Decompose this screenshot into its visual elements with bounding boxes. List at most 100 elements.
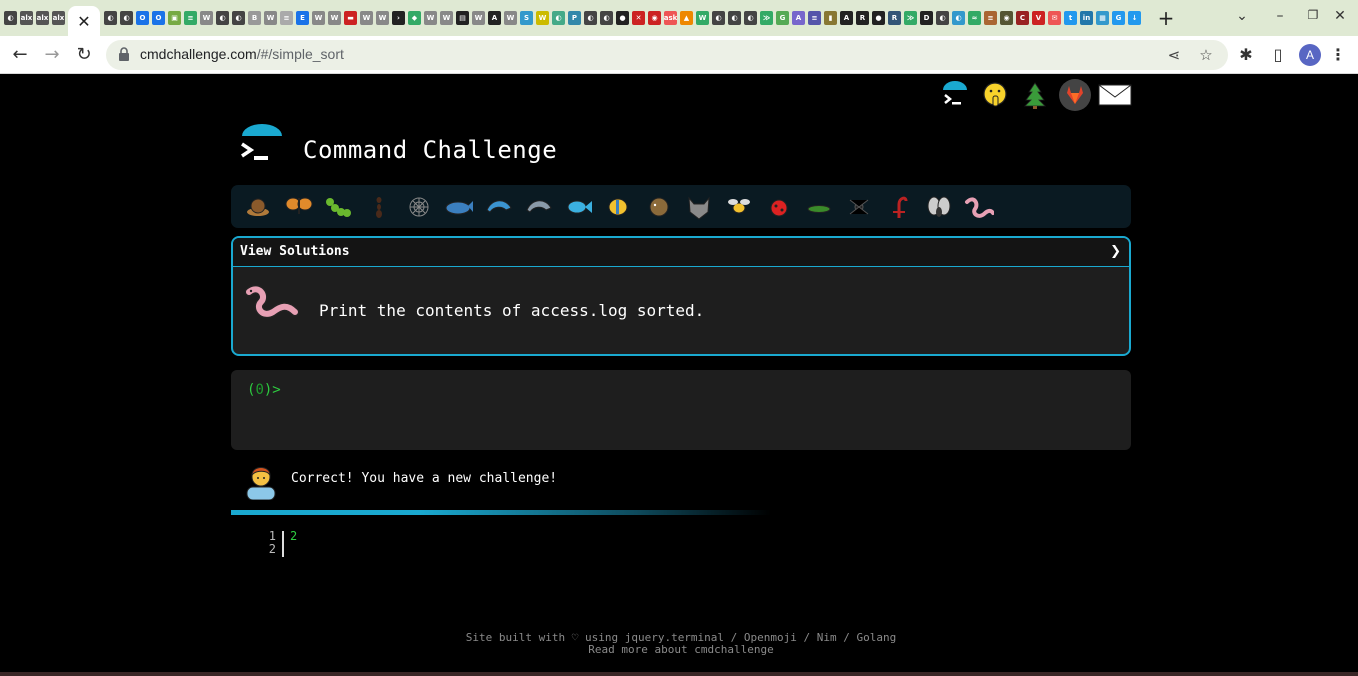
share-icon[interactable]: ⋖ — [1164, 45, 1184, 65]
fish-icon[interactable] — [559, 192, 599, 222]
tab-favicon[interactable]: ◐ — [744, 11, 757, 25]
back-button[interactable]: ← — [8, 43, 32, 67]
tab-favicon[interactable]: A — [488, 11, 501, 25]
tab-favicon[interactable]: W — [360, 11, 373, 25]
tab-favicon[interactable]: P — [568, 11, 581, 25]
profile-avatar[interactable]: A — [1299, 44, 1321, 66]
tab-favicon[interactable]: ◐ — [600, 11, 613, 25]
tab-favicon[interactable]: W — [200, 11, 213, 25]
browser-menu-icon[interactable]: ⋮ — [1330, 44, 1346, 66]
tab-favicon[interactable]: W — [328, 11, 341, 25]
tab-favicon[interactable]: ◐ — [216, 11, 229, 25]
close-window-button[interactable]: ✕ — [1330, 8, 1350, 24]
tab-favicon[interactable]: › — [392, 11, 405, 25]
tab-favicon[interactable]: ≡ — [808, 11, 821, 25]
forward-button[interactable]: → — [40, 43, 64, 67]
active-tab-close-button[interactable]: ✕ — [68, 6, 100, 36]
tab-favicon[interactable]: ≫ — [760, 11, 773, 25]
maximize-button[interactable]: ❐ — [1303, 8, 1323, 22]
tab-favicon[interactable]: ≈ — [968, 11, 981, 25]
caterpillar-icon[interactable] — [319, 192, 359, 222]
tab-favicon[interactable]: ▮ — [824, 11, 837, 25]
dolphin-icon[interactable] — [479, 192, 519, 222]
ant-icon[interactable] — [359, 192, 399, 222]
tab-favicon[interactable]: ▣ — [168, 11, 181, 25]
minimize-button[interactable]: – — [1270, 8, 1290, 24]
tab-favicon[interactable]: ▲ — [680, 11, 693, 25]
extensions-puzzle-icon[interactable]: ✱ — [1235, 44, 1257, 66]
tab-favicon[interactable]: alx — [52, 11, 65, 25]
dolphin-grey-icon[interactable] — [519, 192, 559, 222]
fly-icon[interactable] — [919, 192, 959, 222]
new-tab-button[interactable]: + — [1154, 6, 1178, 30]
tab-favicon[interactable]: ◐ — [552, 11, 565, 25]
tab-favicon[interactable]: ◐ — [584, 11, 597, 25]
tab-favicon[interactable]: ◐ — [712, 11, 725, 25]
terminal-prompt[interactable]: (0)> — [247, 382, 281, 398]
tropical-fish-icon[interactable] — [599, 192, 639, 222]
tab-favicon[interactable]: W — [504, 11, 517, 25]
ladybug-icon[interactable] — [759, 192, 799, 222]
tab-favicon[interactable]: ◉ — [648, 11, 661, 25]
tab-favicon[interactable]: R — [856, 11, 869, 25]
tab-favicon[interactable]: W — [376, 11, 389, 25]
wolf-icon[interactable] — [679, 192, 719, 222]
tab-favicon[interactable]: t — [1064, 11, 1077, 25]
blowfish-icon[interactable] — [639, 192, 679, 222]
tab-favicon[interactable]: R — [888, 11, 901, 25]
tab-favicon[interactable]: ≫ — [904, 11, 917, 25]
tab-favicon[interactable]: W — [536, 11, 549, 25]
tab-favicon[interactable]: V — [1032, 11, 1045, 25]
tab-favicon[interactable]: ◐ — [4, 11, 17, 25]
tab-favicon[interactable]: ◐ — [952, 11, 965, 25]
terminal-logo-icon[interactable] — [938, 78, 972, 112]
tab-favicon[interactable]: S — [520, 11, 533, 25]
tab-favicon[interactable]: W — [312, 11, 325, 25]
snail-icon[interactable] — [239, 192, 279, 222]
tab-favicon[interactable]: ◆ — [408, 11, 421, 25]
worm-icon[interactable] — [959, 192, 999, 222]
tab-favicon[interactable]: ◐ — [232, 11, 245, 25]
tab-favicon[interactable]: ◐ — [120, 11, 133, 25]
spiderweb-icon[interactable] — [399, 192, 439, 222]
tab-search-chevron-icon[interactable]: ⌄ — [1232, 8, 1252, 24]
view-solutions-label[interactable]: View Solutions — [240, 244, 350, 259]
butterfly-icon[interactable] — [279, 192, 319, 222]
chevron-right-icon[interactable]: ❯ — [1110, 244, 1121, 259]
tab-favicon[interactable]: ≡ — [280, 11, 293, 25]
tab-favicon[interactable]: ◐ — [936, 11, 949, 25]
bookmark-star-icon[interactable]: ☆ — [1196, 45, 1216, 65]
tab-favicon[interactable]: W — [696, 11, 709, 25]
spider-icon[interactable] — [839, 192, 879, 222]
footer-read-more-link[interactable]: Read more about cmdchallenge — [0, 644, 1358, 656]
tab-favicon[interactable]: ◉ — [1000, 11, 1013, 25]
tab-favicon[interactable]: A — [792, 11, 805, 25]
envelope-icon[interactable] — [1098, 78, 1132, 112]
tab-favicon[interactable]: ◐ — [104, 11, 117, 25]
bee-icon[interactable] — [719, 192, 759, 222]
tab-favicon[interactable]: W — [440, 11, 453, 25]
tab-favicon[interactable]: O — [152, 11, 165, 25]
tab-favicon[interactable]: A — [840, 11, 853, 25]
tab-favicon[interactable]: W — [472, 11, 485, 25]
tab-favicon[interactable]: W — [264, 11, 277, 25]
tab-favicon[interactable]: ▤ — [456, 11, 469, 25]
shushing-face-icon[interactable] — [978, 78, 1012, 112]
tab-favicon[interactable]: ↓ — [1128, 11, 1141, 25]
tab-favicon[interactable]: ▬ — [344, 11, 357, 25]
tab-favicon[interactable]: B — [248, 11, 261, 25]
tab-favicon[interactable]: W — [424, 11, 437, 25]
tab-favicon[interactable]: D — [920, 11, 933, 25]
tab-favicon[interactable]: ● — [872, 11, 885, 25]
tab-favicon[interactable]: ask — [664, 11, 677, 25]
view-solutions-header[interactable]: View Solutions ❯ — [233, 238, 1129, 267]
cricket-icon[interactable] — [799, 192, 839, 222]
tree-icon[interactable] — [1018, 78, 1052, 112]
tab-favicon[interactable]: G — [1112, 11, 1125, 25]
tab-favicon[interactable]: G — [776, 11, 789, 25]
side-panel-icon[interactable]: ▯ — [1267, 44, 1289, 66]
tab-favicon[interactable]: ≡ — [984, 11, 997, 25]
tab-favicon[interactable]: E — [296, 11, 309, 25]
address-bar[interactable]: cmdchallenge.com/#/simple_sort ⋖ ☆ — [106, 40, 1228, 70]
scorpion-icon[interactable] — [879, 192, 919, 222]
